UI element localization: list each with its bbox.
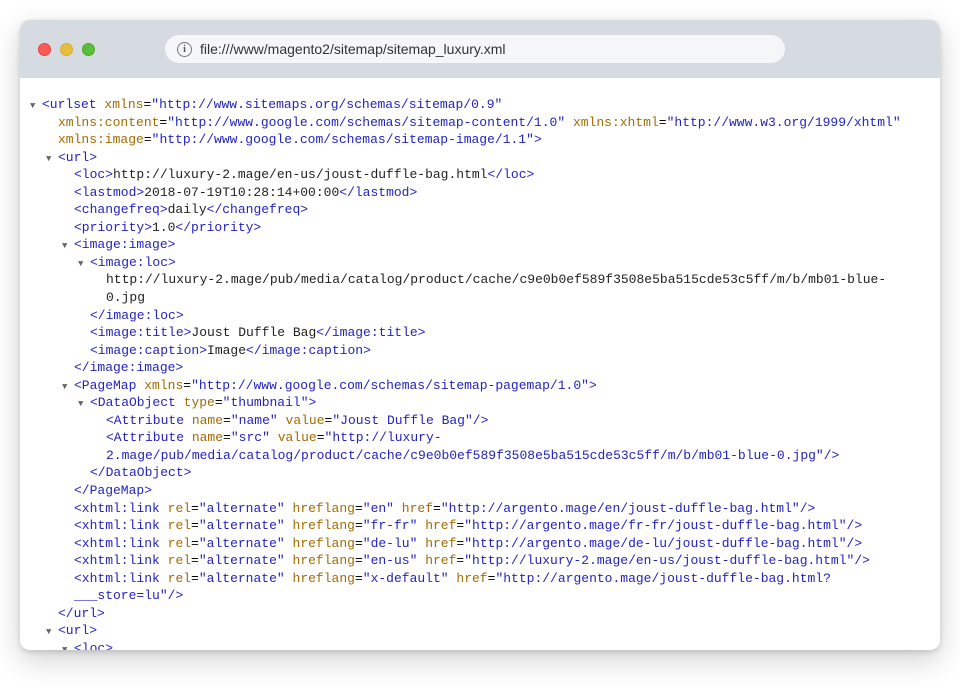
xhtml-link-2: <xhtml:link rel="alternate" hreflang="fr… (42, 517, 918, 535)
lastmod-1: <lastmod>2018-07-19T10:28:14+00:00</last… (42, 184, 918, 202)
window-controls (38, 43, 95, 56)
url-open-1[interactable]: <url> (42, 149, 918, 167)
address-bar[interactable]: i file:///www/magento2/sitemap/sitemap_l… (165, 35, 785, 63)
dataobject-open[interactable]: <DataObject type="thumbnail"> (42, 394, 918, 412)
attribute-name: <Attribute name="name" value="Joust Duff… (42, 412, 918, 430)
maximize-icon[interactable] (82, 43, 95, 56)
image-close: </image:image> (42, 359, 918, 377)
xhtml-link-1: <xhtml:link rel="alternate" hreflang="en… (42, 500, 918, 518)
pagemap-open[interactable]: <PageMap xmlns="http://www.google.com/sc… (42, 377, 918, 395)
browser-window: i file:///www/magento2/sitemap/sitemap_l… (20, 20, 940, 650)
image-title: <image:title>Joust Duffle Bag</image:tit… (42, 324, 918, 342)
image-caption: <image:caption>Image</image:caption> (42, 342, 918, 360)
minimize-icon[interactable] (60, 43, 73, 56)
priority-1: <priority>1.0</priority> (42, 219, 918, 237)
dataobject-close: </DataObject> (42, 464, 918, 482)
xhtml-link-4: <xhtml:link rel="alternate" hreflang="en… (42, 552, 918, 570)
xhtml-link-3: <xhtml:link rel="alternate" hreflang="de… (42, 535, 918, 553)
xhtml-link-5a: <xhtml:link rel="alternate" hreflang="x-… (42, 570, 918, 588)
url-open-2[interactable]: <url> (42, 622, 918, 640)
image-loc-open[interactable]: <image:loc> (42, 254, 918, 272)
changefreq-1: <changefreq>daily</changefreq> (42, 201, 918, 219)
xml-viewer: <urlset xmlns="http://www.sitemaps.org/s… (20, 78, 940, 650)
image-loc-text-1: http://luxury-2.mage/pub/media/catalog/p… (42, 271, 918, 289)
url-close-1: </url> (42, 605, 918, 623)
close-icon[interactable] (38, 43, 51, 56)
loc-1: <loc>http://luxury-2.mage/en-us/joust-du… (42, 166, 918, 184)
pagemap-close: </PageMap> (42, 482, 918, 500)
attribute-src-2: 2.mage/pub/media/catalog/product/cache/c… (42, 447, 918, 465)
urlset-xmlns-image: xmlns:image="http://www.google.com/schem… (42, 131, 918, 149)
attribute-src-1: <Attribute name="src" value="http://luxu… (42, 429, 918, 447)
urlset-open[interactable]: <urlset xmlns="http://www.sitemaps.org/s… (42, 96, 918, 114)
titlebar: i file:///www/magento2/sitemap/sitemap_l… (20, 20, 940, 78)
address-url: file:///www/magento2/sitemap/sitemap_lux… (200, 41, 506, 57)
urlset-xmlns-content: xmlns:content="http://www.google.com/sch… (42, 114, 918, 132)
xhtml-link-5b: ___store=lu"/> (42, 587, 918, 605)
image-loc-text-2: 0.jpg (42, 289, 918, 307)
loc-open-2[interactable]: <loc> (42, 640, 918, 650)
image-open[interactable]: <image:image> (42, 236, 918, 254)
image-loc-close: </image:loc> (42, 307, 918, 325)
info-icon: i (177, 42, 192, 57)
